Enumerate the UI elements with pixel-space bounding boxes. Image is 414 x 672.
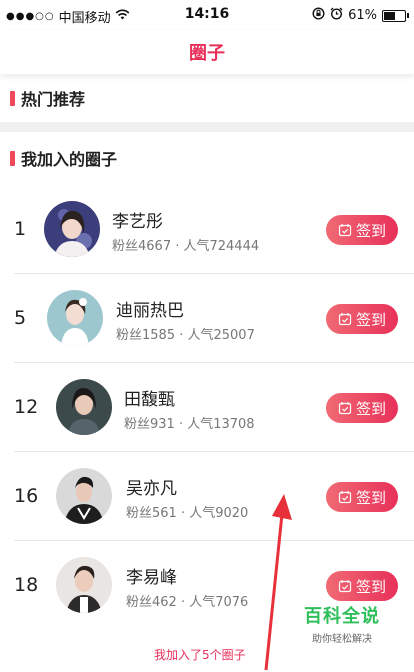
check-in-label: 签到: [355, 399, 386, 418]
battery-fill: [384, 11, 395, 20]
avatar[interactable]: [47, 290, 103, 346]
circle-stats: 粉丝561 · 人气9020: [126, 506, 249, 521]
check-in-button[interactable]: 签到: [326, 571, 398, 601]
check-in-label: 签到: [355, 488, 386, 507]
circle-rank: 18: [14, 574, 39, 596]
joined-count-text: 我加入了5个圈子: [154, 648, 246, 662]
calendar-check-icon: [338, 313, 352, 326]
avatar[interactable]: [56, 379, 112, 435]
check-in-button[interactable]: 签到: [326, 215, 398, 245]
page-title: 圈子: [189, 43, 225, 64]
circle-rank: 5: [14, 307, 27, 329]
rotation-lock-icon: [312, 7, 325, 24]
battery-icon: [382, 9, 409, 22]
calendar-check-icon: [338, 402, 352, 415]
section-title-hot: 热门推荐: [21, 90, 86, 109]
watermark-subtitle: 助你轻松解决: [312, 634, 372, 645]
circle-name: 田馥甄: [124, 390, 175, 410]
status-bar: ●●●○○ 中国移动 14:16 61%: [0, 0, 414, 30]
circle-stats: 粉丝1585 · 人气25007: [116, 328, 255, 343]
circle-name: 李易峰: [126, 568, 177, 588]
section-marker: [10, 90, 15, 106]
alarm-icon: [330, 7, 343, 24]
circle-list: 1 李艺彤 粉丝4667 · 人气724444 签到 5 迪丽热巴 粉丝1585…: [0, 185, 414, 630]
nav-bar: 圈子: [0, 30, 414, 74]
circle-rank: 16: [14, 485, 39, 507]
status-right: 61%: [312, 7, 409, 24]
section-divider: [0, 122, 414, 132]
check-in-button[interactable]: 签到: [326, 482, 398, 512]
check-in-button[interactable]: 签到: [326, 393, 398, 423]
check-in-button[interactable]: 签到: [326, 304, 398, 334]
section-marker: [10, 150, 15, 166]
circle-name: 李艺彤: [112, 212, 163, 232]
avatar[interactable]: [56, 557, 112, 613]
annotation-arrow-icon: [264, 494, 292, 671]
calendar-check-icon: [338, 580, 352, 593]
circle-name: 迪丽热巴: [116, 301, 184, 321]
avatar[interactable]: [44, 201, 100, 257]
avatar[interactable]: [56, 468, 112, 524]
section-title-joined: 我加入的圈子: [21, 150, 118, 169]
circle-name: 吴亦凡: [126, 479, 177, 499]
section-hot-recommend[interactable]: 热门推荐: [0, 86, 414, 110]
watermark-title: 百科全说: [304, 606, 380, 627]
check-in-label: 签到: [355, 577, 386, 596]
circle-rank: 1: [14, 218, 27, 240]
check-in-label: 签到: [355, 221, 386, 240]
calendar-check-icon: [338, 491, 352, 504]
battery-percent: 61%: [348, 8, 377, 23]
watermark-logo: 百科全说 助你轻松解决: [304, 602, 380, 645]
circle-stats: 粉丝462 · 人气7076: [126, 595, 249, 610]
check-in-label: 签到: [355, 310, 386, 329]
circle-row[interactable]: 1 李艺彤 粉丝4667 · 人气724444 签到: [0, 185, 414, 274]
section-joined-circles: 我加入的圈子: [0, 146, 414, 170]
circle-stats: 粉丝931 · 人气13708: [124, 417, 255, 432]
circle-row[interactable]: 5 迪丽热巴 粉丝1585 · 人气25007 签到: [0, 274, 414, 363]
circle-rank: 12: [14, 396, 39, 418]
calendar-check-icon: [338, 224, 352, 237]
circle-row[interactable]: 16 吴亦凡 粉丝561 · 人气9020 签到: [0, 452, 414, 541]
circle-row[interactable]: 12 田馥甄 粉丝931 · 人气13708 签到: [0, 363, 414, 452]
circle-stats: 粉丝4667 · 人气724444: [112, 239, 260, 254]
